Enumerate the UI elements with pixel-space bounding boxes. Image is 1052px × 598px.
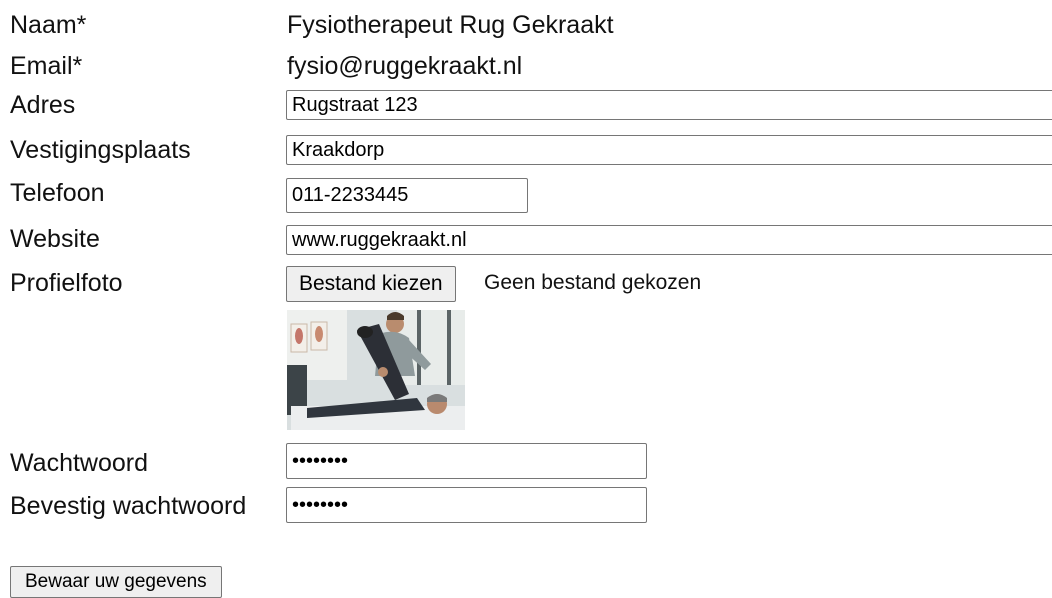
file-status-text: Geen bestand gekozen	[484, 271, 702, 294]
telefoon-input[interactable]	[286, 178, 528, 213]
telefoon-label: Telefoon	[10, 179, 105, 207]
vestigingsplaats-label: Vestigingsplaats	[10, 136, 191, 164]
choose-file-button[interactable]: Bestand kiezen	[286, 266, 456, 302]
website-input[interactable]	[286, 225, 1052, 255]
website-label: Website	[10, 225, 100, 253]
password-input[interactable]	[286, 443, 647, 479]
save-button[interactable]: Bewaar uw gegevens	[10, 566, 222, 598]
email-label: Email*	[10, 52, 83, 80]
email-value: fysio@ruggekraakt.nl	[287, 52, 523, 80]
naam-label: Naam*	[10, 11, 87, 39]
profielfoto-label: Profielfoto	[10, 269, 123, 297]
profile-photo	[287, 310, 465, 430]
adres-label: Adres	[10, 91, 76, 119]
confirm-password-input[interactable]	[286, 487, 647, 523]
naam-value: Fysiotherapeut Rug Gekraakt	[287, 11, 614, 39]
wachtwoord-label: Wachtwoord	[10, 449, 149, 477]
adres-input[interactable]	[286, 90, 1052, 120]
bevestig-wachtwoord-label: Bevestig wachtwoord	[10, 492, 247, 520]
vestigingsplaats-input[interactable]	[286, 135, 1052, 165]
